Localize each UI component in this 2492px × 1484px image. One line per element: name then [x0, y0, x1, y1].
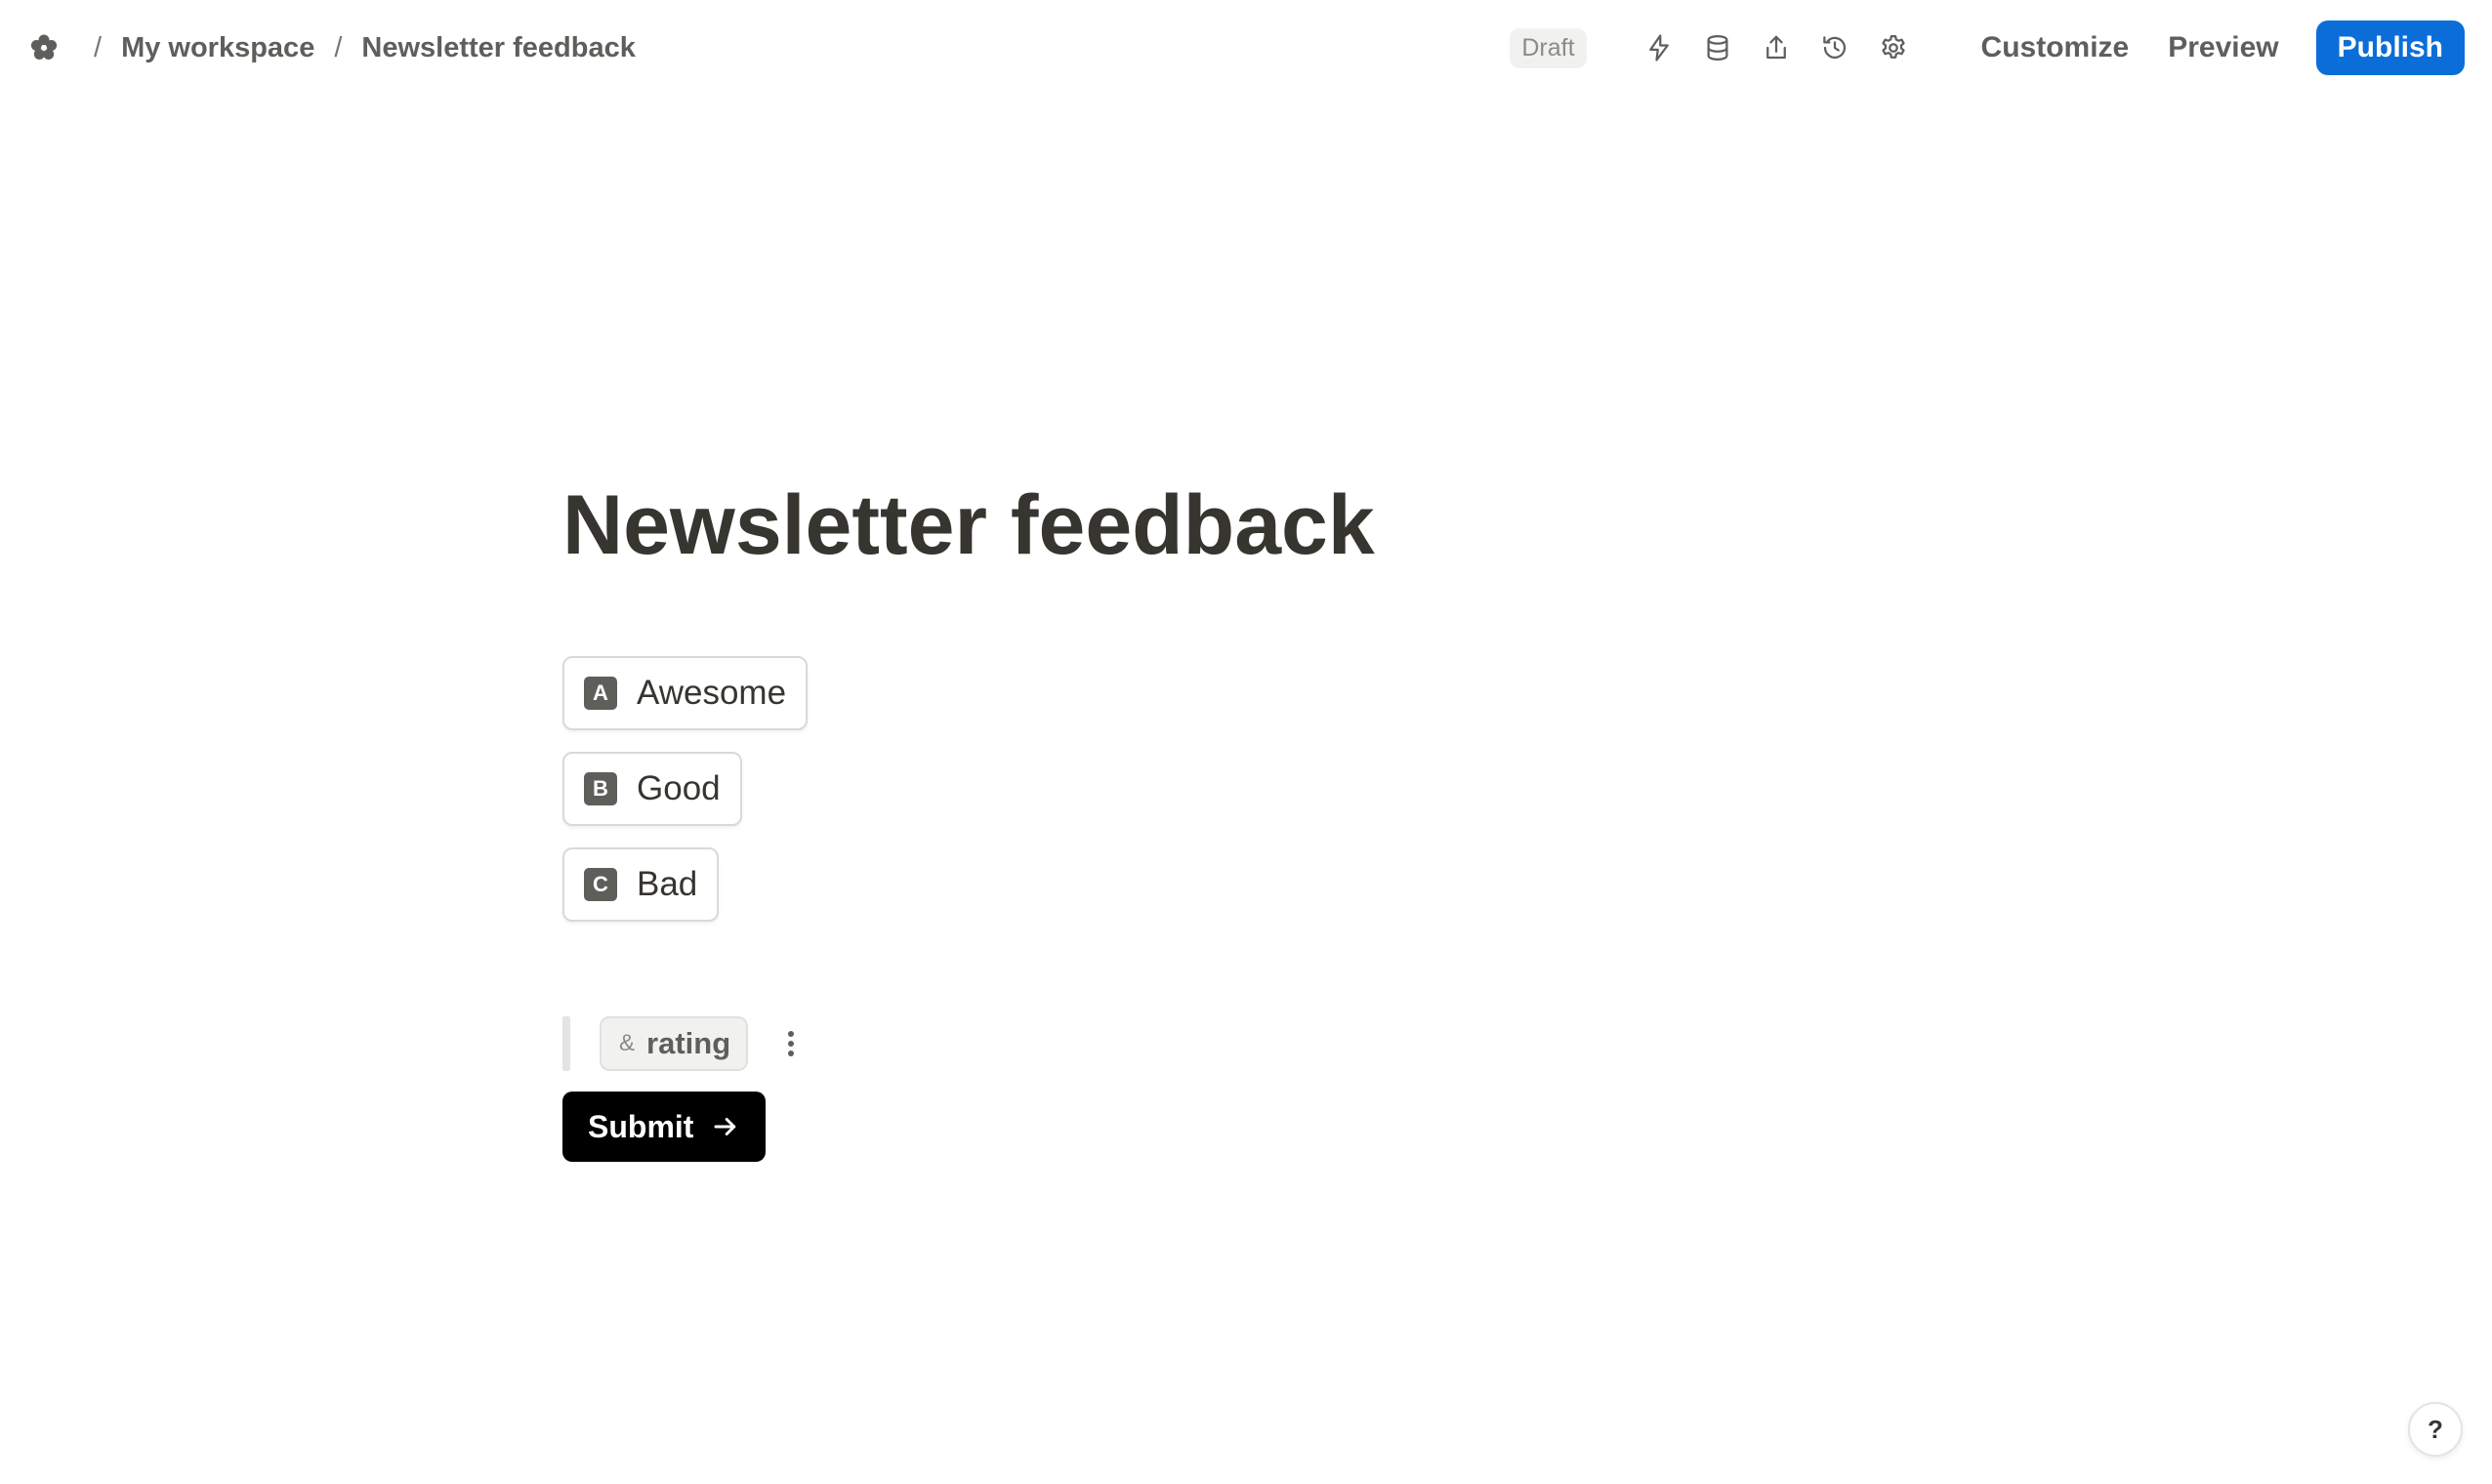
breadcrumb-form[interactable]: Newsletter feedback [361, 32, 635, 64]
flower-logo-icon[interactable] [27, 31, 61, 64]
database-icon[interactable] [1694, 24, 1741, 71]
breadcrumb-separator: / [94, 31, 103, 63]
option-key-badge: C [584, 868, 617, 901]
more-options-icon[interactable] [771, 1020, 810, 1067]
field-name-chip[interactable]: & rating [600, 1016, 749, 1071]
option-awesome[interactable]: A Awesome [562, 656, 809, 730]
arrow-right-icon [714, 1118, 736, 1135]
breadcrumb-workspace[interactable]: My workspace [121, 32, 314, 64]
status-badge: Draft [1510, 27, 1587, 68]
option-label: Awesome [637, 674, 787, 712]
option-good[interactable]: B Good [562, 752, 742, 826]
option-label: Good [637, 769, 721, 807]
breadcrumb: / My workspace / Newsletter feedback [27, 31, 636, 64]
field-name: rating [646, 1026, 731, 1060]
field-name-row: & rating [562, 1015, 810, 1072]
field-indicator-bar [562, 1016, 570, 1071]
preview-button[interactable]: Preview [2148, 21, 2298, 74]
share-icon[interactable] [1753, 24, 1800, 71]
option-label: Bad [637, 865, 698, 903]
field-symbol: & [619, 1030, 636, 1056]
submit-button[interactable]: Submit [562, 1092, 767, 1162]
help-button[interactable]: ? [2408, 1402, 2463, 1457]
toolbar: Draft Customize Preview Publish [1510, 21, 2465, 75]
top-bar: / My workspace / Newsletter feedback Dra… [0, 0, 2492, 96]
settings-icon[interactable] [1870, 24, 1917, 71]
option-key-badge: A [584, 677, 617, 710]
submit-label: Submit [588, 1108, 694, 1144]
option-bad[interactable]: C Bad [562, 847, 720, 922]
breadcrumb-separator: / [334, 31, 343, 63]
lightning-icon[interactable] [1636, 24, 1682, 71]
option-list: A Awesome B Good C Bad [562, 656, 809, 922]
customize-button[interactable]: Customize [1962, 21, 2149, 74]
form-title[interactable]: Newsletter feedback [562, 474, 1375, 576]
history-icon[interactable] [1811, 24, 1858, 71]
option-key-badge: B [584, 772, 617, 805]
publish-button[interactable]: Publish [2315, 21, 2465, 75]
